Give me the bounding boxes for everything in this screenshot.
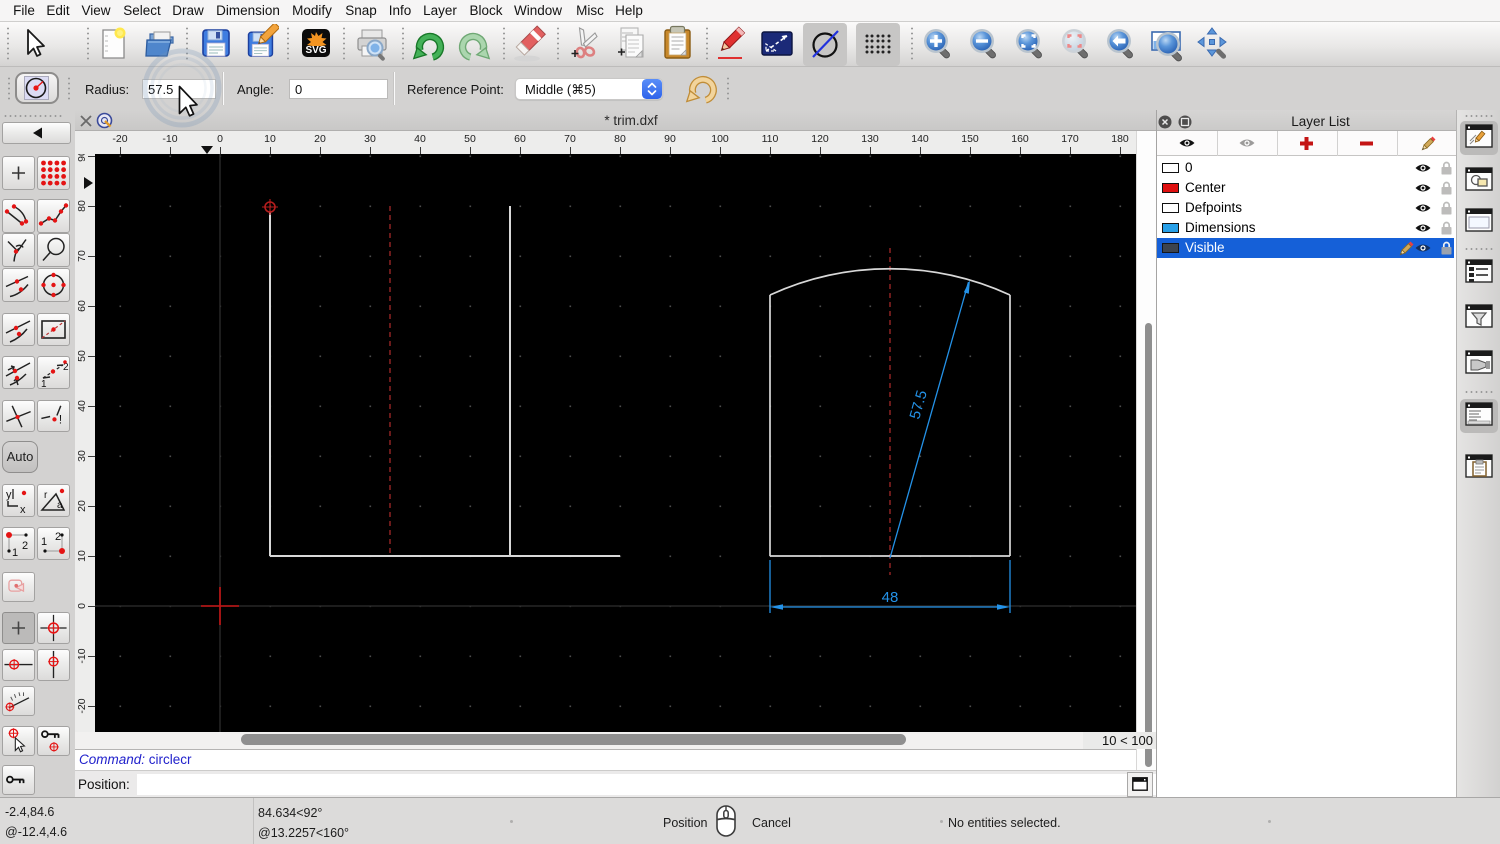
svg-text:r: r [44, 490, 48, 501]
svg-text:1: 1 [41, 536, 47, 548]
svg-text:!: ! [59, 413, 62, 426]
svg-text:2: 2 [63, 362, 69, 373]
svg-text:x: x [20, 504, 26, 516]
svg-text:1: 1 [12, 547, 18, 559]
svg-text:2: 2 [22, 540, 28, 552]
svg-text:1: 1 [41, 379, 47, 389]
svg-text:2: 2 [55, 531, 61, 543]
svg-text:48: 48 [882, 589, 899, 606]
svg-text:SVG: SVG [305, 45, 326, 56]
svg-text:y: y [6, 489, 12, 501]
svg-text:a: a [57, 500, 63, 511]
